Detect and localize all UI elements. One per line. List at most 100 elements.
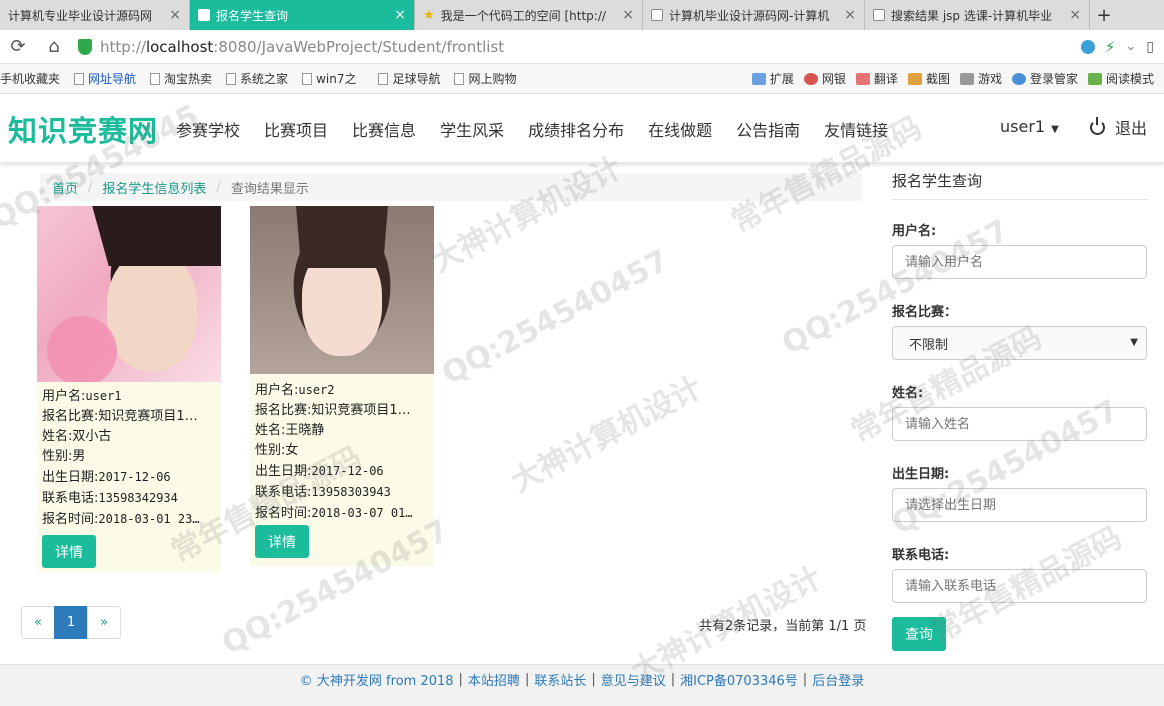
footer-admin-login-link[interactable]: 后台登录 <box>812 670 864 689</box>
tab-title: 搜索结果 jsp 选课-计算机毕业 <box>891 8 1053 23</box>
close-icon[interactable]: × <box>394 7 406 23</box>
address-bar: ⟳ ⌂ http://localhost:8080/JavaWebProject… <box>0 30 1164 64</box>
detail-button[interactable]: 详情 <box>42 535 96 568</box>
bookmark-item[interactable]: 网址导航 <box>74 70 136 87</box>
close-icon[interactable]: × <box>1069 7 1081 23</box>
username-input[interactable] <box>892 245 1147 279</box>
student-name: 姓名:王晓静 <box>255 423 325 438</box>
footer-jobs-link[interactable]: 本站招聘 <box>468 670 520 689</box>
chevron-down-icon[interactable]: ⌄ <box>1125 39 1136 54</box>
site-footer: © 大神开发网 from 2018 | 本站招聘 | 联系站长 | 意见与建议 … <box>0 664 1164 706</box>
nav-links[interactable]: 友情链接 <box>824 117 888 141</box>
browser-tab-5[interactable]: 搜索结果 jsp 选课-计算机毕业 × <box>865 0 1090 30</box>
bookmark-item[interactable]: 足球导航 <box>378 70 440 87</box>
folder-icon <box>74 72 85 85</box>
query-button[interactable]: 查询 <box>892 617 946 651</box>
scissors-icon <box>907 72 922 85</box>
nav-schools[interactable]: 参赛学校 <box>176 117 240 141</box>
nav-contest-info[interactable]: 比赛信息 <box>352 117 416 141</box>
pagination-summary: 共有2条记录，当前第 1/1 页 <box>699 619 867 634</box>
bookmark-item[interactable]: 手机收藏夹 <box>0 70 60 87</box>
home-icon[interactable]: ⌂ <box>36 36 72 57</box>
tab-title: 我是一个代码工的空间 [http:// <box>440 8 606 23</box>
book-icon <box>1087 72 1102 85</box>
page-icon <box>150 72 161 85</box>
nav-rankings[interactable]: 成绩排名分布 <box>528 117 624 141</box>
nav-projects[interactable]: 比赛项目 <box>264 117 328 141</box>
mobile-icon[interactable]: ▯ <box>1146 39 1154 55</box>
next-page-button[interactable]: » <box>87 606 121 639</box>
bookmark-item[interactable]: win7之 <box>302 70 356 87</box>
prev-page-button[interactable]: « <box>21 606 55 639</box>
phone-input[interactable] <box>892 569 1147 603</box>
nav-notices[interactable]: 公告指南 <box>736 117 800 141</box>
contest-select[interactable]: 不限制 ▼ <box>892 326 1147 360</box>
url-field[interactable]: http://localhost:8080/JavaWebProject/Stu… <box>78 38 504 56</box>
shield-icon <box>78 38 92 55</box>
games-button[interactable]: 游戏 <box>959 70 1002 87</box>
student-phone: 联系电话:13958303943 <box>255 485 391 500</box>
breadcrumb-current: 查询结果显示 <box>230 181 309 197</box>
student-contest: 报名比赛:知识竞赛项目1… <box>42 409 198 424</box>
footer-contact-link[interactable]: 联系站长 <box>534 670 586 689</box>
student-card: 用户名:user1 报名比赛:知识竞赛项目1… 姓名:双小古 性别:男 出生日期… <box>37 206 221 572</box>
site-logo[interactable]: 知识竞赛网 <box>8 108 158 150</box>
tab-title: 计算机毕业设计源码网-计算机 <box>669 8 830 23</box>
nav-student-showcase[interactable]: 学生风采 <box>440 117 504 141</box>
lightning-icon[interactable]: ⚡ <box>1105 38 1116 56</box>
sidebar-title: 报名学生查询 <box>892 170 1148 200</box>
extension-icon <box>751 72 766 85</box>
logout-button[interactable]: 退出 <box>1090 115 1147 139</box>
page-1-button[interactable]: 1 <box>54 606 88 639</box>
footer-copyright[interactable]: © 大神开发网 from 2018 <box>300 670 454 689</box>
browser-tab-4[interactable]: 计算机毕业设计源码网-计算机 × <box>643 0 865 30</box>
breadcrumb-home[interactable]: 首页 <box>52 178 78 197</box>
bookmark-item[interactable]: 系统之家 <box>226 70 288 87</box>
student-username: 用户名:user1 <box>42 389 122 404</box>
student-name: 姓名:双小古 <box>42 429 112 444</box>
nav-online-quiz[interactable]: 在线做题 <box>648 117 712 141</box>
student-info: 用户名:user2 报名比赛:知识竞赛项目1… 姓名:王晓静 性别:女 出生日期… <box>250 374 434 528</box>
browser-tab-1[interactable]: 计算机专业毕业设计源码网 × <box>0 0 190 30</box>
student-username: 用户名:user2 <box>255 383 335 398</box>
close-icon[interactable]: × <box>844 7 856 23</box>
reader-mode-button[interactable]: 阅读模式 <box>1087 70 1154 87</box>
name-input[interactable] <box>892 407 1147 441</box>
close-icon[interactable]: × <box>622 7 634 23</box>
student-photo[interactable] <box>250 206 434 374</box>
screenshot-button[interactable]: 截图 <box>907 70 950 87</box>
breadcrumb-separator: / <box>88 179 93 195</box>
translate-button[interactable]: 翻译 <box>855 70 898 87</box>
browser-tab-3[interactable]: ★ 我是一个代码工的空间 [http:// × <box>415 0 643 30</box>
birth-label: 出生日期: <box>892 467 950 482</box>
page-icon <box>226 72 237 85</box>
close-icon[interactable]: × <box>169 7 181 23</box>
birth-date-input[interactable] <box>892 488 1147 522</box>
phone-label: 联系电话: <box>892 548 950 563</box>
pagination: « 1 » <box>21 606 121 639</box>
page-icon <box>378 72 389 85</box>
bank-icon <box>803 72 818 85</box>
breadcrumb-list[interactable]: 报名学生信息列表 <box>102 178 206 197</box>
browser-tab-2[interactable]: 报名学生查询 × <box>190 0 415 30</box>
detail-button[interactable]: 详情 <box>255 525 309 558</box>
bookmark-item[interactable]: 淘宝热卖 <box>150 70 212 87</box>
reload-icon[interactable]: ⟳ <box>0 36 36 57</box>
extensions-button[interactable]: 扩展 <box>751 70 794 87</box>
student-photo[interactable] <box>37 206 221 382</box>
user-menu[interactable]: user1 ▼ <box>1000 117 1059 136</box>
page-icon <box>454 72 465 85</box>
student-gender: 性别:男 <box>42 449 86 464</box>
url-prefix: http:// <box>100 37 146 56</box>
browser-tab-bar: 计算机专业毕业设计源码网 × 报名学生查询 × ★ 我是一个代码工的空间 [ht… <box>0 0 1164 30</box>
footer-feedback-link[interactable]: 意见与建议 <box>601 670 666 689</box>
bookmark-item[interactable]: 网上购物 <box>454 70 516 87</box>
caret-down-icon: ▼ <box>1051 124 1059 135</box>
extension-icon[interactable] <box>1080 39 1095 54</box>
power-icon <box>1090 116 1105 135</box>
watermark: QQ:254540457 <box>436 243 675 392</box>
login-manager-button[interactable]: 登录管家 <box>1011 70 1078 87</box>
new-tab-icon[interactable]: + <box>1090 0 1118 30</box>
bank-button[interactable]: 网银 <box>803 70 846 87</box>
footer-icp-link[interactable]: 湘ICP备0703346号 <box>680 670 798 689</box>
